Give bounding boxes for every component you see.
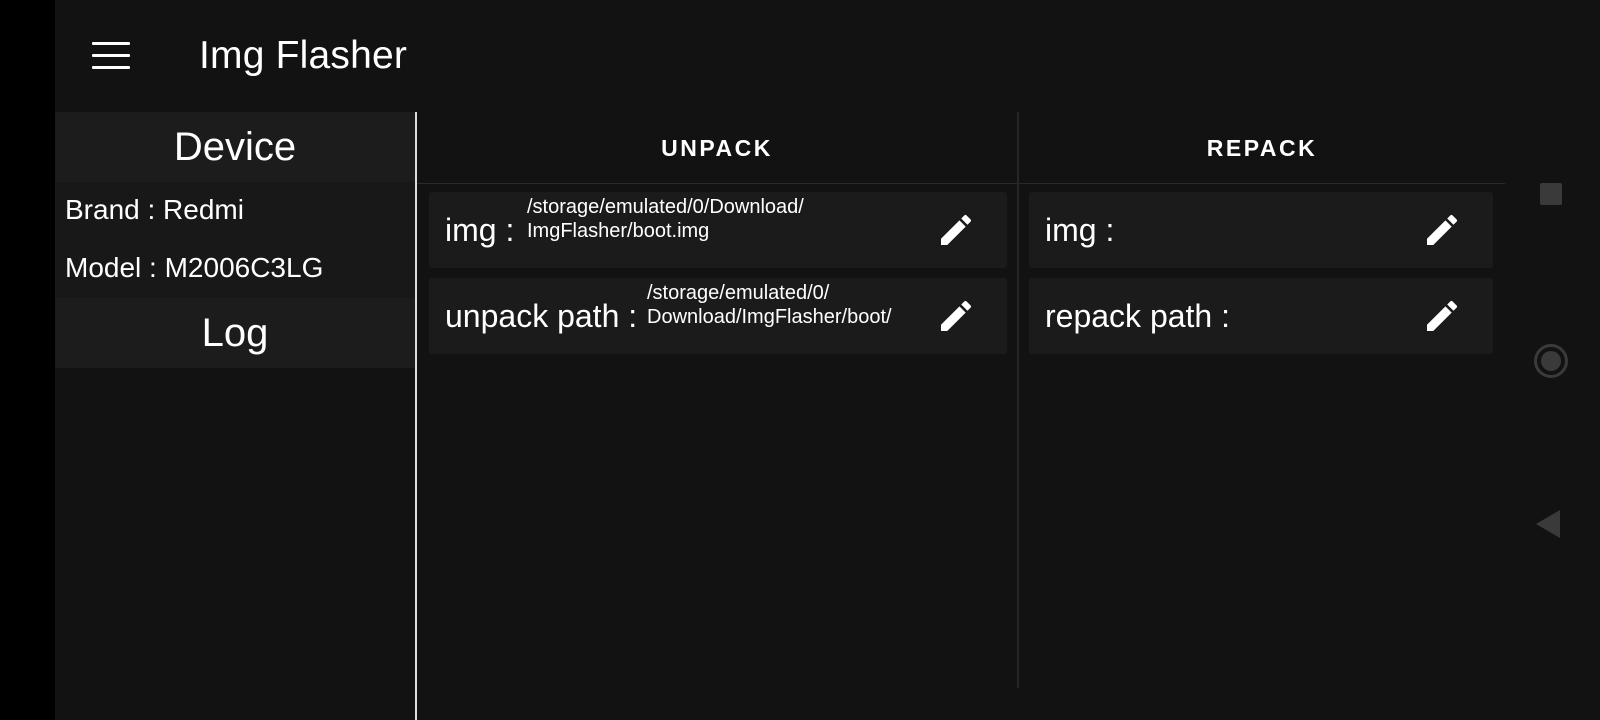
left-cutout-strip bbox=[0, 0, 55, 720]
device-info: Brand : Redmi Model : M2006C3LG bbox=[55, 182, 415, 298]
device-brand: Brand : Redmi bbox=[65, 194, 244, 225]
unpack-path-card: unpack path : /storage/emulated/0/ Downl… bbox=[429, 278, 1007, 354]
unpack-path-edit-button[interactable] bbox=[935, 295, 977, 337]
repack-img-edit-button[interactable] bbox=[1421, 209, 1463, 251]
left-panel: Device Brand : Redmi Model : M2006C3LG L… bbox=[55, 112, 415, 720]
pencil-edit-icon bbox=[941, 214, 972, 245]
column-divider bbox=[1017, 112, 1019, 688]
triangle-back-icon[interactable] bbox=[1536, 510, 1560, 538]
unpack-img-value-line2: ImgFlasher/boot.img bbox=[527, 220, 710, 242]
device-model: Model : M2006C3LG bbox=[65, 252, 324, 283]
unpack-path-value-line1: /storage/emulated/0/ bbox=[647, 282, 830, 304]
hamburger-menu-icon[interactable] bbox=[85, 34, 137, 78]
toolbar: Img Flasher bbox=[55, 0, 1505, 112]
unpack-img-card: img : /storage/emulated/0/Download/ ImgF… bbox=[429, 192, 1007, 268]
repack-img-label: img : bbox=[1045, 212, 1115, 248]
menu-bar bbox=[92, 66, 130, 69]
unpack-img-edit-button[interactable] bbox=[935, 209, 977, 251]
unpack-img-value-line1: /storage/emulated/0/Download/ bbox=[527, 196, 804, 218]
main-content: UNPACK REPACK img : /storage/emulated/0/… bbox=[417, 112, 1505, 720]
pencil-edit-icon bbox=[1427, 214, 1458, 245]
unpack-img-value: /storage/emulated/0/Download/ ImgFlasher… bbox=[527, 195, 804, 243]
unpack-path-label: unpack path : bbox=[445, 298, 638, 334]
tab-unpack[interactable]: UNPACK bbox=[417, 112, 1017, 184]
pencil-edit-icon bbox=[1427, 300, 1458, 331]
app-title: Img Flasher bbox=[199, 34, 408, 77]
tab-repack[interactable]: REPACK bbox=[1019, 112, 1505, 184]
menu-bar bbox=[92, 54, 130, 57]
repack-path-label: repack path : bbox=[1045, 298, 1230, 334]
repack-path-card: repack path : bbox=[1029, 278, 1493, 354]
log-header: Log bbox=[55, 298, 415, 368]
screen: Img Flasher Device Brand : Redmi Model :… bbox=[0, 0, 1600, 720]
app-window: Img Flasher Device Brand : Redmi Model :… bbox=[55, 0, 1505, 720]
unpack-path-value-line2: Download/ImgFlasher/boot/ bbox=[647, 306, 892, 328]
device-header: Device bbox=[55, 112, 415, 182]
repack-path-edit-button[interactable] bbox=[1421, 295, 1463, 337]
tab-bar: UNPACK REPACK bbox=[417, 112, 1505, 184]
square-icon[interactable] bbox=[1540, 183, 1562, 205]
circle-icon[interactable] bbox=[1534, 344, 1568, 378]
menu-bar bbox=[92, 42, 130, 45]
unpack-path-value: /storage/emulated/0/ Download/ImgFlasher… bbox=[647, 281, 892, 329]
unpack-img-label: img : bbox=[445, 212, 515, 248]
pencil-edit-icon bbox=[941, 300, 972, 331]
repack-img-card: img : bbox=[1029, 192, 1493, 268]
